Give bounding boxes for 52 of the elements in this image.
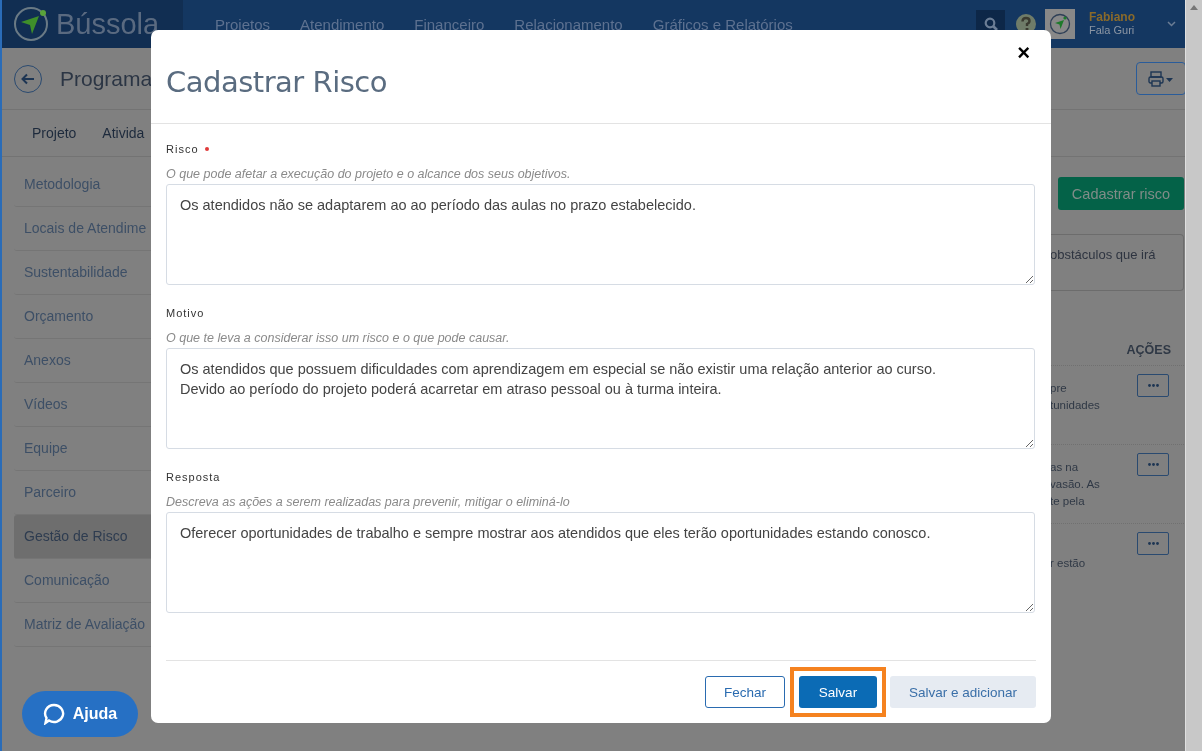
help-button[interactable]: Ajuda — [22, 691, 138, 737]
print-button[interactable] — [1136, 62, 1186, 95]
text-area[interactable]: Os atendidos que possuem dificuldades com aprendizagem em especial se não existir uma relação anterior ao curso. Devido ao período do projeto poderá acarretar em atraso pessoal ou à turma inteira. — [166, 348, 1035, 449]
user-name: Fabiano — [1089, 11, 1136, 24]
table-cell-text: as na — [1050, 460, 1080, 475]
secondary-button[interactable]: Salvar e adicionar — [890, 676, 1036, 708]
text-area[interactable]: Oferecer oportunidades de trabalho e sempre mostrar aos atendidos que eles terão oportunidades estando conosco. — [166, 512, 1035, 613]
field-label: Motivo — [166, 307, 205, 319]
description-text: obstáculos que irá — [1050, 247, 1156, 262]
field-hint: O que pode afetar a execução do projeto e o alcance dos seus objetivos. — [166, 166, 572, 183]
more-actions-button[interactable] — [1137, 453, 1169, 476]
arrow-left-icon — [21, 72, 35, 85]
tab[interactable]: Ativida — [102, 125, 145, 141]
outline-button[interactable]: Fechar — [705, 676, 785, 708]
avatar[interactable] — [1045, 9, 1075, 39]
nav-link[interactable]: Atendimento — [300, 15, 385, 33]
scrollbar[interactable] — [1185, 0, 1202, 751]
column-header: AÇÕES — [1126, 343, 1171, 359]
dialog-title: Cadastrar Risco — [166, 65, 388, 99]
nav-link[interactable]: Financeiro — [414, 15, 485, 33]
field-hint: Descreva as ações a serem realizadas para prevenir, mitigar o eliminá-lo — [166, 494, 571, 511]
more-actions-button[interactable] — [1137, 374, 1169, 397]
nav-link[interactable]: Gráficos e Relatórios — [652, 15, 793, 33]
nav-link[interactable]: Projetos — [215, 15, 271, 33]
close-button[interactable]: × — [1011, 42, 1036, 64]
add-risk-button[interactable]: Cadastrar risco — [1058, 177, 1184, 210]
search-icon — [983, 17, 998, 31]
tab[interactable]: Projeto — [32, 125, 77, 141]
table-cell-text: pre — [1050, 381, 1068, 396]
printer-icon — [1148, 70, 1174, 87]
nav-link[interactable]: Relacionamento — [514, 15, 623, 33]
table-cell-text: vasão. As — [1050, 477, 1100, 492]
more-actions-button[interactable] — [1137, 532, 1169, 555]
brand-name: Bússola — [56, 7, 160, 41]
table-cell-text: tunidades — [1050, 398, 1100, 413]
field-label: Resposta — [166, 471, 221, 483]
table-cell-text: te pela — [1050, 494, 1086, 509]
ellipsis-icon — [1147, 384, 1159, 387]
primary-button[interactable]: Salvar — [799, 676, 877, 708]
page-title: Programa — [60, 66, 153, 91]
organization-name: Fala Guri — [1089, 24, 1136, 37]
compass-logo-icon — [12, 5, 50, 43]
field-label: Risco — [166, 143, 199, 155]
compass-icon — [1049, 13, 1071, 35]
field-hint: O que te leva a considerar isso um risco e o que pode causar. — [166, 330, 511, 347]
ellipsis-icon — [1147, 463, 1159, 466]
table-cell-text: r estão — [1050, 556, 1086, 571]
chevron-down-icon — [1167, 21, 1176, 27]
text-area[interactable]: Os atendidos não se adaptarem ao ao período das aulas no prazo estabelecido. — [166, 184, 1035, 285]
ellipsis-icon — [1147, 542, 1159, 545]
chat-bubble-icon — [42, 703, 65, 725]
sidebar-item[interactable]: Gestão de Risco — [14, 515, 151, 559]
